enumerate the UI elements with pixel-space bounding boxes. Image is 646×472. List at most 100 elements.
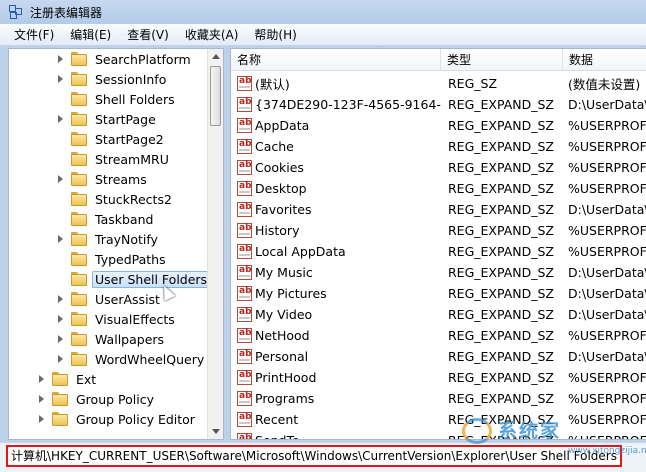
value-data: D:\UserData\ <box>568 202 646 217</box>
menu-item[interactable]: 查看(V) <box>119 25 177 45</box>
tree-item-label: Streams <box>95 171 147 187</box>
value-data: D:\UserData\ <box>568 97 646 112</box>
expand-arrow-icon[interactable] <box>55 109 67 129</box>
tree-item[interactable]: WordWheelQuery <box>55 349 207 369</box>
tree-item[interactable]: TrayNotify <box>55 229 161 249</box>
column-name-header[interactable]: 名称 <box>231 49 441 71</box>
expand-arrow-icon[interactable] <box>36 409 48 429</box>
menu-item[interactable]: 帮助(H) <box>246 25 304 45</box>
value-name-cell: My Video <box>231 307 441 322</box>
value-type: REG_EXPAND_SZ <box>448 370 554 385</box>
expand-arrow-icon[interactable] <box>55 69 67 89</box>
value-row[interactable]: Cache REG_EXPAND_SZ %USERPROFI <box>231 136 646 157</box>
menu-item[interactable]: 收藏夹(A) <box>177 25 247 45</box>
value-data: (数值未设置) <box>568 77 641 92</box>
tree-item[interactable]: StartPage <box>55 109 159 129</box>
value-row[interactable]: PrintHood REG_EXPAND_SZ %USERPROFI <box>231 367 646 388</box>
tree-item[interactable]: Streams <box>55 169 150 189</box>
value-name-cell: Programs <box>231 391 441 406</box>
value-row[interactable]: My Video REG_EXPAND_SZ D:\UserData\ <box>231 304 646 325</box>
value-row[interactable]: My Pictures REG_EXPAND_SZ D:\UserData\ <box>231 283 646 304</box>
value-type: REG_SZ <box>448 76 498 91</box>
folder-icon <box>71 112 87 126</box>
tree-item-label: User Shell Folders <box>92 270 211 288</box>
tree-item[interactable]: Shell Folders <box>55 89 178 109</box>
value-row[interactable]: My Music REG_EXPAND_SZ D:\UserData\ <box>231 262 646 283</box>
expand-arrow-icon[interactable] <box>55 169 67 189</box>
expand-arrow-icon[interactable] <box>36 389 48 409</box>
registry-values-pane[interactable]: 名称 类型 数据 (默认) REG_SZ (数值未设置) {374DE290-123F… <box>230 48 646 440</box>
tree-item-label: TypedPaths <box>95 251 166 267</box>
expand-arrow-icon[interactable] <box>55 349 67 369</box>
expand-arrow-icon[interactable] <box>55 229 67 249</box>
value-name-cell: Local AppData <box>231 244 441 259</box>
registry-tree-pane[interactable]: Group Policy Editor Group Policy Ext WordWh… <box>8 48 224 440</box>
scroll-thumb[interactable] <box>210 66 221 126</box>
tree-item[interactable]: SessionInfo <box>55 69 169 89</box>
tree-item-label: WordWheelQuery <box>95 351 205 367</box>
string-value-icon <box>237 328 252 343</box>
expand-arrow-icon <box>55 189 67 209</box>
value-row[interactable]: Desktop REG_EXPAND_SZ %USERPROFI <box>231 178 646 199</box>
column-type-header[interactable]: 类型 <box>441 49 563 71</box>
string-value-icon <box>237 307 252 322</box>
tree-item[interactable]: StartPage2 <box>55 129 167 149</box>
registry-editor-icon <box>8 4 24 20</box>
tree-item[interactable]: Group Policy Editor <box>36 409 198 429</box>
tree-item[interactable]: Group Policy <box>36 389 157 409</box>
expand-arrow-icon[interactable] <box>36 369 48 389</box>
scroll-down-arrow-icon[interactable] <box>212 429 220 434</box>
value-row[interactable]: AppData REG_EXPAND_SZ %USERPROFI <box>231 115 646 136</box>
value-row[interactable]: NetHood REG_EXPAND_SZ %USERPROFI <box>231 325 646 346</box>
value-row[interactable]: {374DE290-123F-4565-9164-3... REG_EXPAND_… <box>231 94 646 115</box>
value-name-cell: Favorites <box>231 202 441 217</box>
tree-item[interactable]: SearchPlatform <box>55 49 194 69</box>
value-name: Cache <box>255 139 294 154</box>
value-row[interactable]: Local AppData REG_EXPAND_SZ %USERPROFI <box>231 241 646 262</box>
folder-icon <box>71 352 87 366</box>
tree-item-label: Wallpapers <box>95 331 165 347</box>
title-bar: 注册表编辑器 <box>0 0 646 24</box>
tree-item[interactable]: TypedPaths <box>55 249 169 269</box>
tree-item[interactable]: VisualEffects <box>55 309 178 329</box>
watermark-title: 系统家 <box>498 420 562 442</box>
expand-arrow-icon[interactable] <box>55 329 67 349</box>
value-row[interactable]: Personal REG_EXPAND_SZ D:\UserData\ <box>231 346 646 367</box>
expand-arrow-icon[interactable] <box>55 49 67 69</box>
value-type: REG_EXPAND_SZ <box>448 97 554 112</box>
value-name-cell: Cache <box>231 139 441 154</box>
value-row[interactable]: Programs REG_EXPAND_SZ %USERPROFI <box>231 388 646 409</box>
value-name-cell: Desktop <box>231 181 441 196</box>
tree-vertical-scrollbar[interactable] <box>207 49 223 439</box>
tree-item[interactable]: Ext <box>36 369 99 389</box>
tree-item[interactable]: StreamMRU <box>55 149 172 169</box>
tree-item[interactable]: User Shell Folders <box>55 269 211 289</box>
tree-item-label: Shell Folders <box>95 91 175 107</box>
expand-arrow-icon <box>55 269 67 289</box>
tree-item-label: StuckRects2 <box>95 191 172 207</box>
column-data-header[interactable]: 数据 <box>563 49 646 71</box>
string-value-icon <box>237 265 252 280</box>
tree-item[interactable]: Taskband <box>55 209 156 229</box>
value-data: %USERPROFI <box>568 223 646 238</box>
string-value-icon <box>237 412 252 427</box>
value-type: REG_EXPAND_SZ <box>448 349 554 364</box>
menu-item[interactable]: 编辑(E) <box>62 25 119 45</box>
expand-arrow-icon[interactable] <box>55 309 67 329</box>
value-row[interactable]: Favorites REG_EXPAND_SZ D:\UserData\ <box>231 199 646 220</box>
tree-item-label: StreamMRU <box>95 151 169 167</box>
value-row[interactable]: History REG_EXPAND_SZ %USERPROFI <box>231 220 646 241</box>
folder-icon <box>71 92 87 106</box>
value-row[interactable]: Cookies REG_EXPAND_SZ %USERPROFI <box>231 157 646 178</box>
value-name: (默认) <box>255 77 290 92</box>
tree-item[interactable]: Wallpapers <box>55 329 167 349</box>
value-name: Programs <box>255 391 315 406</box>
scroll-up-arrow-icon[interactable] <box>212 54 220 59</box>
value-name-cell: Recent <box>231 412 441 427</box>
expand-arrow-icon[interactable] <box>55 289 67 309</box>
folder-icon <box>71 312 87 326</box>
tree-item[interactable]: StuckRects2 <box>55 189 175 209</box>
value-row[interactable]: (默认) REG_SZ (数值未设置) <box>231 73 646 94</box>
tree-item[interactable]: UserAssist <box>55 289 163 309</box>
menu-item[interactable]: 文件(F) <box>6 25 62 45</box>
